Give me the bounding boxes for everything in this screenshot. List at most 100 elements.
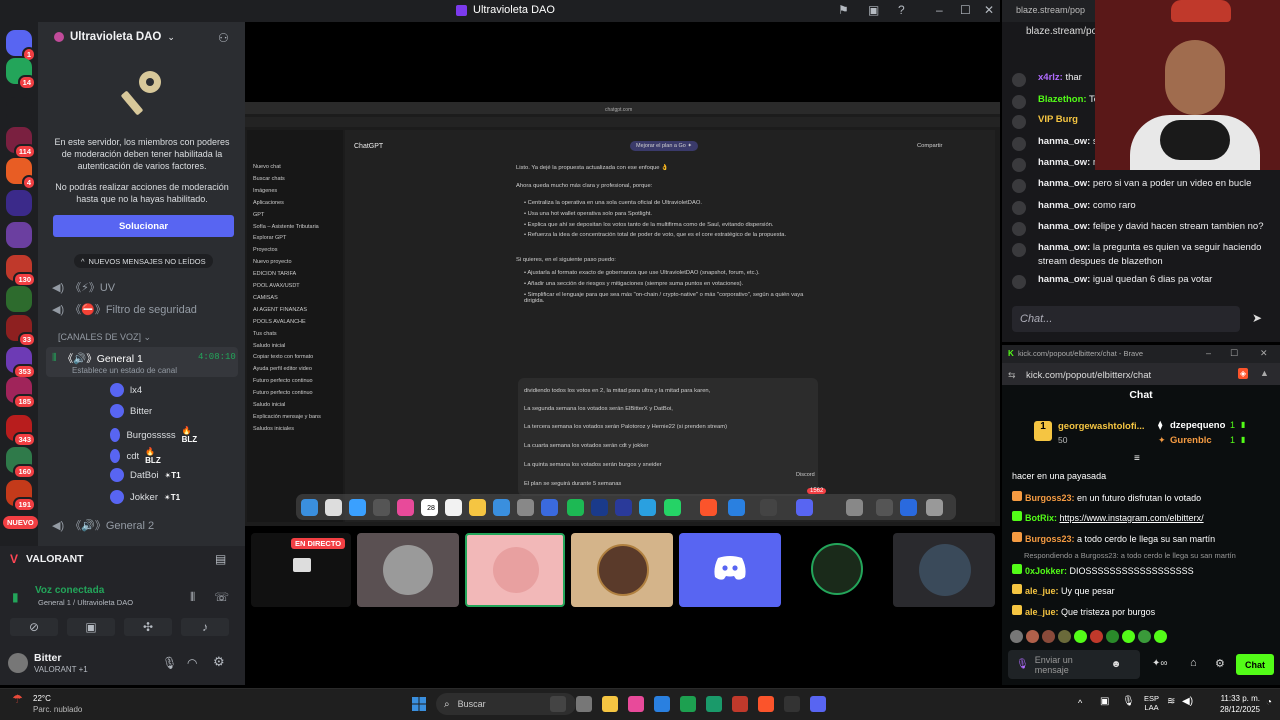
server-4-icon[interactable] <box>6 190 32 216</box>
server-2-icon[interactable]: 114 <box>6 127 36 159</box>
emote-icon[interactable] <box>1138 630 1151 643</box>
store-icon[interactable]: ⌂ <box>1190 657 1197 669</box>
taskbar-app-icon[interactable] <box>732 696 748 712</box>
unread-messages-pill[interactable]: ^ NUEVOS MENSAJES NO LEÍDOS <box>74 254 213 268</box>
noise-suppression-icon[interactable]: ⦀ <box>190 590 195 605</box>
emote-icon[interactable] <box>1058 630 1071 643</box>
channel-uv[interactable]: ◀) 《⚡》UV <box>52 279 115 295</box>
taskbar-app-icon[interactable] <box>654 696 670 712</box>
tray-app-icon[interactable]: ▣ <box>1100 696 1109 707</box>
gifter-3[interactable]: Gurenblc <box>1170 435 1212 446</box>
inbox-flag-icon[interactable]: ⚑ <box>838 3 849 17</box>
kick-message-input[interactable]: 🎙 Enviar un mensaje ☻ <box>1008 650 1140 679</box>
chat-username[interactable]: ale_jue: <box>1025 607 1059 617</box>
emote-icon[interactable] <box>1106 630 1119 643</box>
brave-shield-icon[interactable]: ◈ <box>1238 368 1249 379</box>
taskbar-app-icon[interactable] <box>758 696 774 712</box>
voice-member[interactable]: Burgosssss 🔥BLZ <box>110 426 201 444</box>
channel-status[interactable]: Establece un estado de canal <box>72 366 177 375</box>
chat-username[interactable]: hanma_ow: <box>1038 200 1090 211</box>
chat-send-button[interactable]: Chat <box>1236 654 1274 675</box>
user-name[interactable]: Bitter <box>34 652 61 664</box>
tile-participant-6[interactable] <box>787 533 887 607</box>
chat-username[interactable]: hanma_ow: <box>1038 178 1090 189</box>
chat-username[interactable]: hanma_ow: <box>1038 274 1090 285</box>
voice-member[interactable]: Bitter <box>110 404 152 418</box>
channel-filtro[interactable]: ◀) 《⛔》Filtro de seguridad <box>52 301 197 317</box>
voice-member[interactable]: Jokker ✴T1 <box>110 490 180 504</box>
taskbar-app-icon[interactable] <box>784 696 800 712</box>
server-3-icon[interactable]: 4 <box>6 158 36 190</box>
chat-username[interactable]: ale_jue: <box>1025 586 1059 596</box>
taskbar-app-icon[interactable] <box>576 696 592 712</box>
voice-connected-status[interactable]: Voz conectada <box>35 585 104 596</box>
blaze-chat-input[interactable]: Chat... <box>1012 306 1240 332</box>
windows-start-icon[interactable] <box>412 697 426 711</box>
fix-button[interactable]: Solucionar <box>53 215 234 237</box>
chat-username[interactable]: Burgoss23: <box>1025 493 1075 503</box>
rewards-icon[interactable]: ▲ <box>1260 368 1269 378</box>
minimize-button[interactable]: – <box>1206 348 1211 358</box>
chat-link[interactable]: https://www.instagram.com/elbitterx/ <box>1060 513 1204 523</box>
send-icon[interactable]: ➤ <box>1252 311 1262 325</box>
server-6-icon[interactable]: 130 <box>6 255 36 287</box>
chat-username[interactable]: Blazethon: <box>1038 94 1087 105</box>
disconnect-icon[interactable]: ☏ <box>214 590 229 604</box>
browser-tab-1[interactable]: blaze.stream/pop <box>1016 5 1085 15</box>
volume-icon[interactable]: ◀) <box>1182 696 1193 707</box>
activity-options-icon[interactable]: ▤ <box>215 552 226 566</box>
gear-icon[interactable]: ⚙ <box>213 654 225 670</box>
server-11-icon[interactable]: 343 <box>6 415 36 447</box>
chat-username[interactable]: 0xJokker: <box>1025 566 1067 576</box>
guild-header[interactable]: Ultravioleta DAO ⌄ <box>54 31 175 43</box>
emote-icon[interactable] <box>1042 630 1055 643</box>
taskbar-app-icon[interactable] <box>602 696 618 712</box>
weather-icon[interactable]: ☂ <box>12 692 23 706</box>
language-indicator[interactable]: ESP LAA <box>1144 694 1159 712</box>
emote-icon[interactable] <box>1010 630 1023 643</box>
gifter-2[interactable]: dzepequeno <box>1170 420 1225 431</box>
emoji-icon[interactable]: ☻ <box>1111 659 1122 670</box>
headphones-icon[interactable]: ◠ <box>187 656 197 670</box>
taskbar-app-icon[interactable] <box>706 696 722 712</box>
server-uvdao-icon[interactable] <box>6 97 32 123</box>
microphone-icon[interactable]: 🎙 <box>1016 659 1029 670</box>
server-7-icon[interactable] <box>6 286 32 312</box>
weather-temp[interactable]: 22°C <box>33 694 51 703</box>
soundboard-button[interactable]: ♪ <box>181 618 229 636</box>
chat-username[interactable]: hanma_ow: <box>1038 136 1090 147</box>
taskbar-app-icon[interactable] <box>680 696 696 712</box>
screen-share-button[interactable]: ▣ <box>67 618 115 636</box>
voice-member[interactable]: DatBoi ✴T1 <box>110 468 181 482</box>
tray-mic-icon[interactable]: 🎙 <box>1122 696 1135 707</box>
voice-member[interactable]: cdt 🔥BLZ <box>110 447 164 465</box>
kick-url[interactable]: kick.com/popout/elbitterx/chat <box>1026 370 1151 381</box>
server-5-icon[interactable] <box>6 222 32 248</box>
server-9-icon[interactable]: 353 <box>6 347 36 379</box>
tile-participant-2[interactable] <box>357 533 459 607</box>
add-member-icon[interactable]: ⚇ <box>218 31 229 45</box>
gear-icon[interactable]: ⚙ <box>1215 657 1225 670</box>
server-10-icon[interactable]: 185 <box>6 377 36 409</box>
server-13-icon[interactable]: 191 <box>6 480 36 512</box>
minimize-button[interactable]: – <box>936 3 943 17</box>
clock-time[interactable]: 11:33 p. m. <box>1210 694 1260 703</box>
tile-participant-7[interactable] <box>893 533 995 607</box>
chat-username[interactable]: hanma_ow: <box>1038 221 1090 232</box>
voice-member[interactable]: lx4EN DIRECTO <box>110 380 288 400</box>
top-gifter[interactable]: georgewashtolofi... <box>1058 421 1145 432</box>
tile-participant-3[interactable] <box>465 533 565 607</box>
microphone-icon[interactable]: 🎙 <box>162 656 177 670</box>
emote-icon[interactable] <box>1154 630 1167 643</box>
taskbar-app-icon[interactable] <box>628 696 644 712</box>
close-button[interactable]: ✕ <box>984 3 994 17</box>
tray-chevron-icon[interactable]: ^ <box>1078 698 1082 708</box>
server-green-icon[interactable]: 14 <box>6 58 36 90</box>
tile-participant-5[interactable] <box>679 533 781 607</box>
chat-username[interactable]: VIP Burg <box>1038 114 1078 125</box>
activity-bar[interactable]: V VALORANT <box>10 552 84 566</box>
chat-username[interactable]: hanma_ow: <box>1038 157 1090 168</box>
taskbar-app-icon[interactable] <box>810 696 826 712</box>
collapse-icon[interactable]: ≡ <box>1134 453 1140 464</box>
activities-button[interactable]: ✣ <box>124 618 172 636</box>
